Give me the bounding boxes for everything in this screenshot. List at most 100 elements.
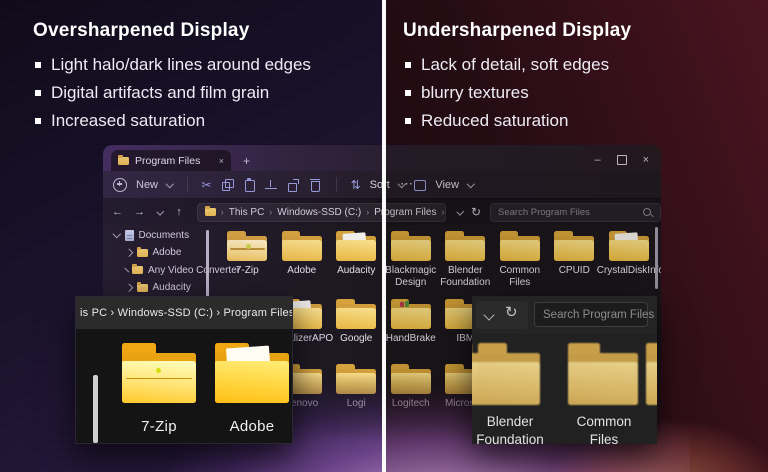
folder-icon (215, 343, 289, 403)
bullet-item: Lack of detail, soft edges (403, 51, 631, 79)
folder-icon (568, 343, 638, 405)
breadcrumb[interactable]: › This PC › Windows-SSD (C:) › Program F… (197, 203, 446, 222)
view-icon (413, 178, 426, 191)
sidebar-item-adobe[interactable]: Adobe (103, 245, 234, 261)
more-options-button[interactable]: ⋯ (400, 176, 413, 192)
chevron-right-icon[interactable] (125, 284, 133, 292)
crumb-separator: › (269, 207, 272, 217)
folder-item[interactable]: Google (329, 299, 384, 345)
folder-icon (445, 231, 485, 261)
folder-icon (282, 231, 322, 261)
folder-icon (554, 231, 594, 261)
sidebar-item-label: Audacity (153, 282, 191, 293)
search-placeholder: Search Program Files (498, 207, 643, 218)
document-icon (125, 230, 134, 241)
chevron-down-icon (166, 180, 174, 188)
chevron-down-icon[interactable] (113, 230, 121, 238)
minimize-button[interactable]: – (594, 155, 600, 165)
folder-icon (227, 231, 267, 261)
folder-item[interactable]: Adobe (275, 231, 330, 288)
right-title: Undersharpened Display (403, 20, 631, 42)
forward-icon[interactable]: → (134, 206, 145, 218)
new-icon (113, 178, 127, 192)
folder-item[interactable]: Logi (329, 364, 384, 410)
chevron-down-icon (467, 180, 475, 188)
bullet-text: Light halo/dark lines around edges (51, 51, 311, 79)
sort-button[interactable]: Sort (370, 179, 390, 191)
cut-icon[interactable]: ✂ (202, 178, 212, 192)
folder-icon (478, 343, 540, 405)
new-tab-button[interactable]: + (243, 154, 250, 168)
new-button[interactable]: New (136, 179, 158, 191)
oversharpened-zoom-inset: is PC › Windows-SSD (C:) › Program Files… (75, 296, 293, 444)
folder-item[interactable]: Audacity (329, 231, 384, 288)
refresh-icon: ↻ (505, 303, 518, 321)
folder-icon (122, 343, 196, 403)
bullet-square-icon (405, 62, 411, 68)
inset-scrollbar (93, 375, 98, 443)
sidebar-item-documents[interactable]: Documents (103, 227, 222, 243)
toolbar-divider (336, 177, 337, 192)
folder-item[interactable]: CPUID (547, 231, 602, 288)
bullet-square-icon (35, 62, 41, 68)
crumb-separator: › (221, 207, 224, 217)
back-icon[interactable]: ← (112, 206, 123, 218)
folder-icon (336, 364, 376, 394)
folder-icon (609, 231, 649, 261)
bullet-text: Lack of detail, soft edges (421, 51, 609, 79)
folder-item[interactable]: HandBrake (384, 299, 439, 345)
folder-item[interactable]: CrystalDiskInfo (602, 231, 657, 288)
folder-label: 7-Zip (119, 418, 199, 435)
copy-icon[interactable] (221, 178, 234, 191)
folder-icon (137, 284, 148, 292)
folder-icon (132, 266, 143, 274)
close-button[interactable]: × (643, 155, 649, 165)
toolbar-divider (187, 177, 188, 192)
tab-close-icon[interactable]: × (219, 156, 224, 166)
sidebar-item-audacity[interactable]: Audacity (103, 280, 234, 296)
folder-item[interactable]: 7-Zip (220, 231, 275, 288)
share-icon[interactable] (287, 178, 300, 191)
folder-item[interactable]: Blender Foundation (438, 231, 493, 288)
sidebar-scrollbar[interactable] (206, 230, 209, 300)
maximize-button[interactable] (617, 155, 627, 165)
folder-item[interactable]: Logitech (384, 364, 439, 410)
sidebar-item-label: Documents (139, 230, 190, 241)
search-icon (643, 208, 651, 216)
bullet-item: Light halo/dark lines around edges (33, 51, 311, 79)
folder-grid-row-1: 7-Zip Adobe Audacity Blackmagic Design B… (220, 231, 656, 288)
crumb-this-pc[interactable]: This PC (229, 207, 265, 218)
undersharpened-panel: Undersharpened Display Lack of detail, s… (403, 20, 631, 135)
folder-label: Adobe (212, 418, 292, 435)
explorer-tab[interactable]: Program Files × (111, 150, 231, 171)
content-scrollbar[interactable] (655, 227, 658, 289)
folder-label: Common Files (564, 413, 644, 444)
folder-label: Blender Foundation (472, 413, 548, 444)
recent-locations-chevron-icon[interactable] (157, 208, 165, 216)
window-controls: – × (594, 155, 661, 171)
crumb-separator: › (441, 207, 444, 217)
refresh-icon[interactable]: ↻ (471, 205, 481, 219)
crumb-drive[interactable]: Windows-SSD (C:) (277, 207, 361, 218)
up-icon[interactable]: ↑ (176, 206, 182, 218)
address-chevron-icon[interactable] (457, 208, 465, 216)
rename-icon[interactable] (265, 178, 278, 191)
delete-icon[interactable] (309, 178, 322, 191)
left-title: Oversharpened Display (33, 20, 311, 42)
view-button[interactable]: View (435, 179, 459, 191)
folder-icon (646, 343, 657, 405)
inset-search-input: Search Program Files (534, 302, 648, 327)
folder-item[interactable]: Common Files (493, 231, 548, 288)
tab-title: Program Files (135, 155, 219, 167)
folder-icon (205, 208, 216, 216)
search-input[interactable]: Search Program Files (490, 203, 661, 222)
folder-icon (118, 157, 129, 165)
inset-search-bar: ↻ Search Program Files (472, 296, 657, 334)
undersharpened-zoom-inset: ↻ Search Program Files Blender Foundatio… (472, 296, 657, 444)
paste-icon[interactable] (243, 178, 256, 191)
chevron-right-icon[interactable] (124, 268, 129, 273)
folder-item[interactable]: Blackmagic Design (384, 231, 439, 288)
chevron-right-icon[interactable] (125, 249, 133, 257)
inset-search-placeholder: Search Program Files (535, 309, 654, 321)
left-bullet-list: Light halo/dark lines around edges Digit… (33, 51, 311, 135)
